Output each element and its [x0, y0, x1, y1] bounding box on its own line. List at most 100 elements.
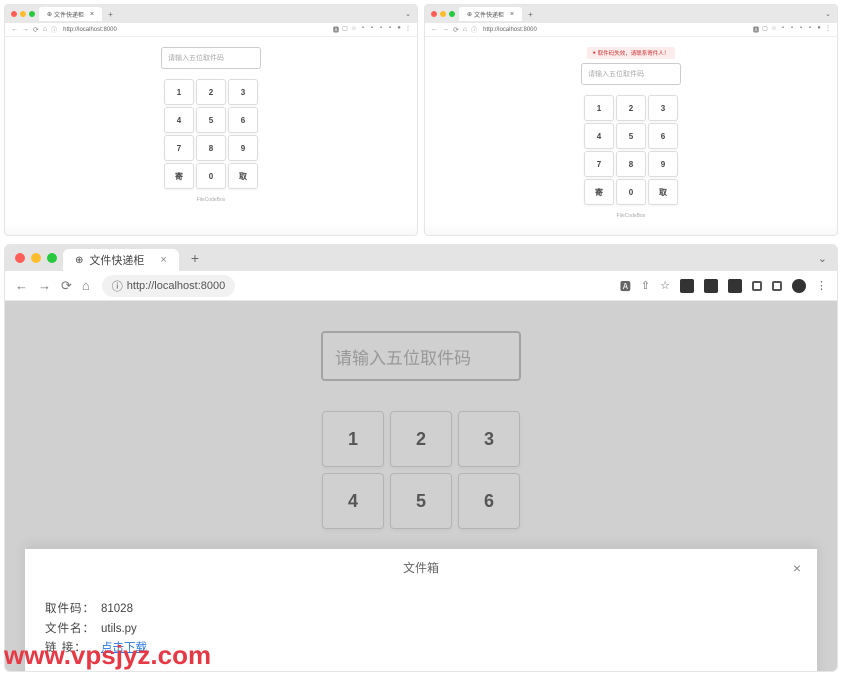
bookmark-icon[interactable]: ☆ [771, 25, 777, 34]
browser-tab[interactable]: ⊕ 文件快递柜 × [459, 7, 522, 21]
name-label: 文件名： [45, 620, 95, 640]
key-7[interactable]: 7 [164, 135, 194, 161]
key-1[interactable]: 1 [164, 79, 194, 105]
url-field[interactable]: ⓘ http://localhost:8000 [102, 275, 235, 297]
site-info-icon[interactable]: ⓘ [51, 25, 57, 34]
ext1-icon[interactable]: ▪ [360, 25, 366, 34]
key-2[interactable]: 2 [196, 79, 226, 105]
browser-tab[interactable]: ⊕ 文件快递柜 × [63, 249, 179, 271]
forward-icon[interactable]: → [38, 278, 51, 294]
code-input[interactable]: 请输入五位取件码 [161, 47, 261, 69]
home-icon[interactable]: ⌂ [463, 26, 467, 34]
ext3-icon[interactable]: ▪ [798, 25, 804, 34]
bookmark-icon[interactable]: ☆ [351, 25, 357, 34]
ext2-icon[interactable] [704, 279, 718, 293]
home-icon[interactable]: ⌂ [82, 278, 90, 294]
site-info-icon[interactable]: ⓘ [112, 278, 123, 294]
ext2-icon[interactable]: ▪ [369, 25, 375, 34]
key-get[interactable]: 取 [228, 163, 258, 189]
ext3-icon[interactable]: ▪ [378, 25, 384, 34]
ext2-icon[interactable]: ▪ [789, 25, 795, 34]
reload-icon[interactable]: ⟳ [33, 26, 39, 34]
menu-icon[interactable]: ⋮ [825, 25, 831, 34]
key-3[interactable]: 3 [648, 95, 678, 121]
browser-tab[interactable]: ⊕ 文件快递柜 × [39, 7, 102, 21]
ext3-icon[interactable] [728, 279, 742, 293]
menu-icon[interactable]: ⋮ [405, 25, 411, 34]
nav-controls: ← → ⟳ ⌂ [15, 278, 90, 294]
reload-icon[interactable]: ⟳ [453, 26, 459, 34]
menu-icon[interactable]: ⋮ [816, 279, 827, 292]
home-icon[interactable]: ⌂ [43, 26, 47, 34]
key-1[interactable]: 1 [584, 95, 614, 121]
tab-list-button[interactable]: ⌄ [405, 10, 411, 18]
input-placeholder: 请输入五位取件码 [168, 53, 224, 63]
minimize-window-button[interactable] [440, 11, 446, 17]
bookmark-icon[interactable]: ☆ [660, 279, 670, 292]
share-icon[interactable]: ▢ [342, 25, 348, 34]
key-8[interactable]: 8 [616, 151, 646, 177]
new-tab-button[interactable]: + [528, 10, 533, 19]
close-window-button[interactable] [11, 11, 17, 17]
back-icon[interactable]: ← [431, 26, 438, 34]
error-text: 取件码失效，请联系寄件人！ [598, 49, 670, 57]
key-9[interactable]: 9 [648, 151, 678, 177]
new-tab-button[interactable]: + [108, 10, 113, 19]
tab-bar: ⊕ 文件快递柜 × + ⌄ [5, 245, 837, 271]
key-get[interactable]: 取 [648, 179, 678, 205]
site-info-icon[interactable]: ⓘ [471, 25, 477, 34]
key-3[interactable]: 3 [228, 79, 258, 105]
url-text[interactable]: http://localhost:8000 [483, 27, 537, 33]
key-5[interactable]: 5 [616, 123, 646, 149]
profile-icon[interactable]: ● [816, 25, 822, 34]
key-send[interactable]: 寄 [584, 179, 614, 205]
key-0[interactable]: 0 [616, 179, 646, 205]
key-6[interactable]: 6 [228, 107, 258, 133]
close-tab-icon[interactable]: × [510, 11, 514, 18]
key-6[interactable]: 6 [648, 123, 678, 149]
forward-icon[interactable]: → [442, 26, 449, 34]
close-tab-icon[interactable]: × [160, 254, 166, 266]
ext1-icon[interactable] [680, 279, 694, 293]
new-tab-button[interactable]: + [191, 250, 199, 266]
back-icon[interactable]: ← [11, 26, 18, 34]
forward-icon[interactable]: → [22, 26, 29, 34]
share-icon[interactable]: ▢ [762, 25, 768, 34]
ext4-icon[interactable]: ▪ [807, 25, 813, 34]
key-5[interactable]: 5 [196, 107, 226, 133]
profile-icon[interactable]: ● [396, 25, 402, 34]
ext1-icon[interactable]: ▪ [780, 25, 786, 34]
ext4-icon[interactable] [752, 281, 762, 291]
key-9[interactable]: 9 [228, 135, 258, 161]
maximize-window-button[interactable] [29, 11, 35, 17]
translate-icon[interactable]: 🅰 [753, 25, 759, 34]
close-modal-icon[interactable]: × [793, 560, 801, 576]
code-input[interactable]: 请输入五位取件码 [581, 63, 681, 85]
close-window-button[interactable] [431, 11, 437, 17]
minimize-window-button[interactable] [31, 253, 41, 263]
maximize-window-button[interactable] [449, 11, 455, 17]
translate-icon[interactable]: 🅰 [333, 25, 339, 34]
key-0[interactable]: 0 [196, 163, 226, 189]
key-2[interactable]: 2 [616, 95, 646, 121]
close-window-button[interactable] [15, 253, 25, 263]
tab-list-button[interactable]: ⌄ [825, 10, 831, 18]
translate-icon[interactable]: 🅰 [620, 278, 631, 294]
close-tab-icon[interactable]: × [90, 11, 94, 18]
maximize-window-button[interactable] [47, 253, 57, 263]
reload-icon[interactable]: ⟳ [61, 278, 72, 294]
tab-list-button[interactable]: ⌄ [818, 252, 827, 265]
key-send[interactable]: 寄 [164, 163, 194, 189]
ext5-icon[interactable] [772, 281, 782, 291]
share-icon[interactable]: ⇧ [641, 279, 650, 292]
key-4[interactable]: 4 [164, 107, 194, 133]
url-text[interactable]: http://localhost:8000 [63, 27, 117, 33]
footer-brand: FileCodeBox [617, 213, 646, 219]
key-8[interactable]: 8 [196, 135, 226, 161]
key-7[interactable]: 7 [584, 151, 614, 177]
back-icon[interactable]: ← [15, 278, 28, 294]
key-4[interactable]: 4 [584, 123, 614, 149]
minimize-window-button[interactable] [20, 11, 26, 17]
ext4-icon[interactable]: ▪ [387, 25, 393, 34]
profile-icon[interactable] [792, 279, 806, 293]
